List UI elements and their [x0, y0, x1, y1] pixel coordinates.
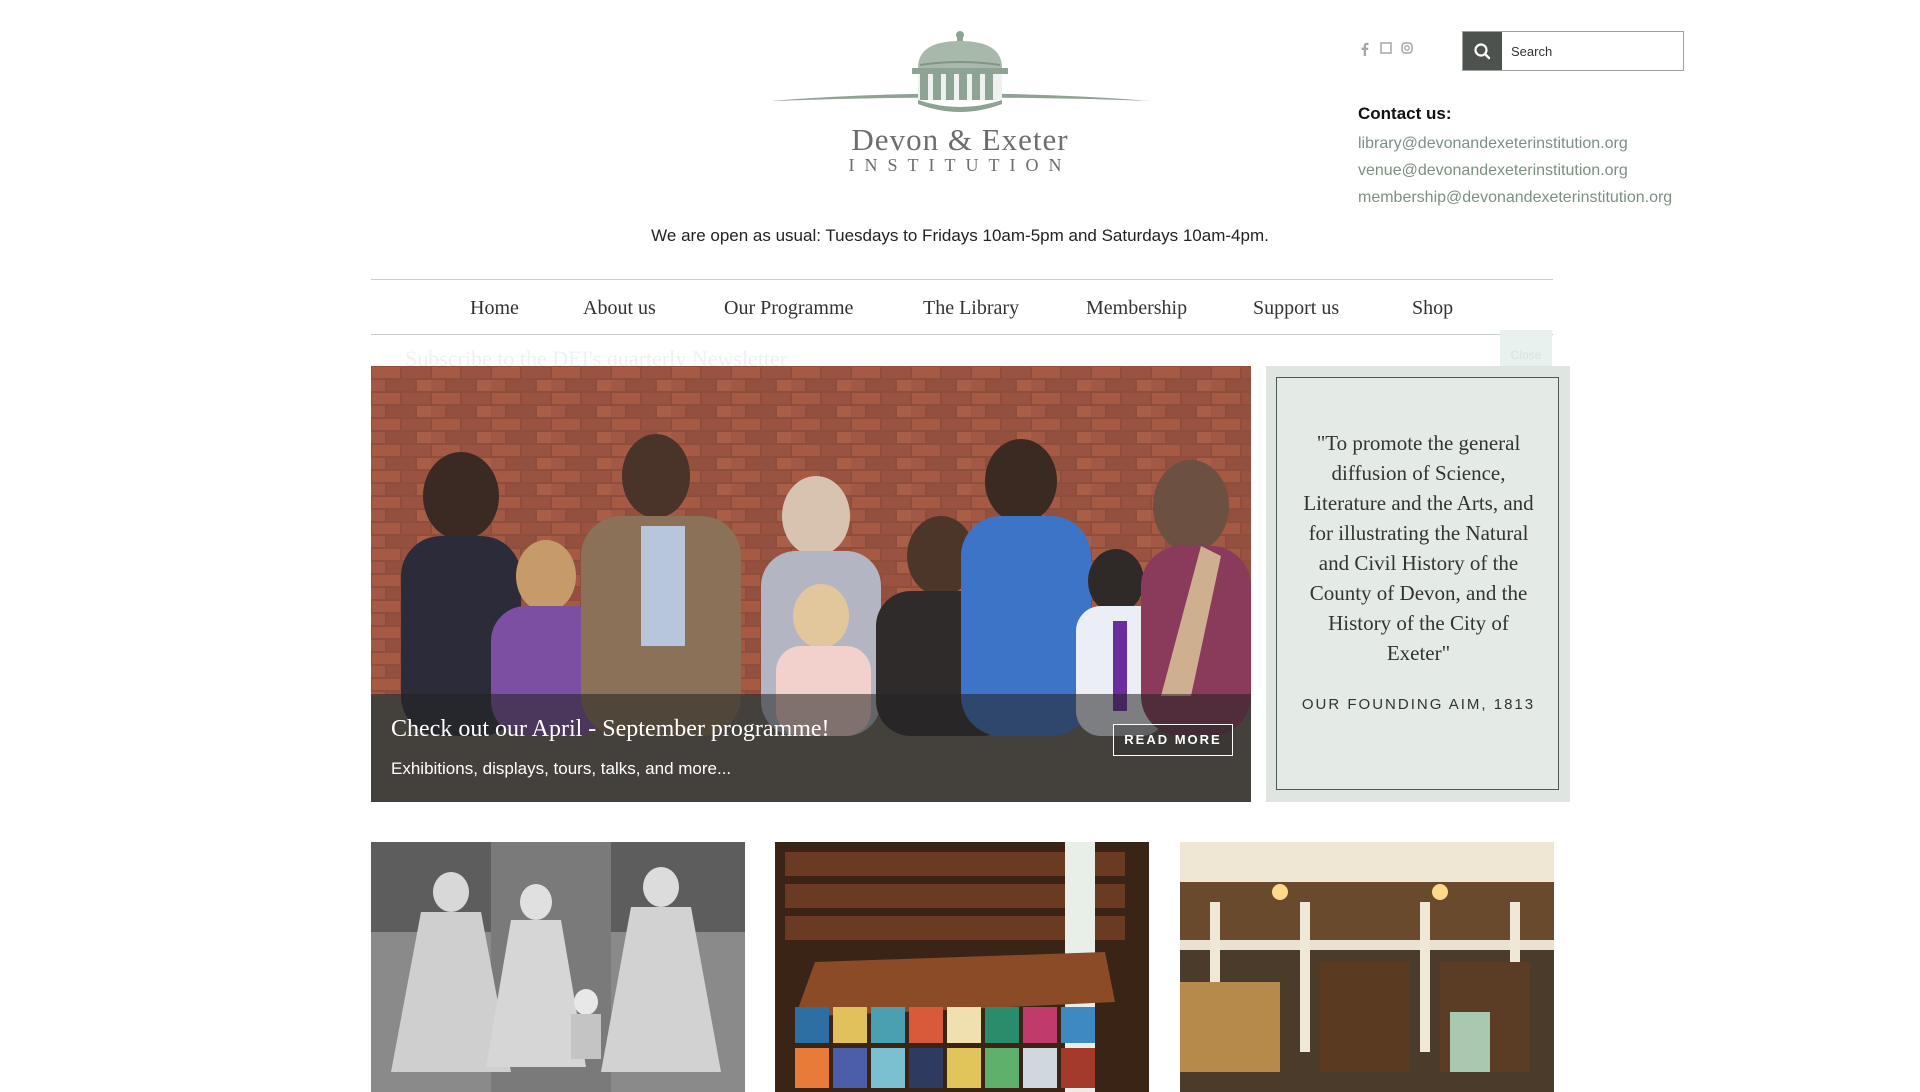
- logo-text-institution: INSTITUTION: [848, 155, 1072, 175]
- site-logo[interactable]: Devon & Exeter INSTITUTION: [770, 28, 1150, 178]
- vintage-bridesmaids-photo: [371, 842, 745, 1092]
- library-books-photo: [775, 842, 1149, 1092]
- nav-item-about-us[interactable]: About us: [583, 280, 656, 336]
- quote-frame: "To promote the general diffusion of Sci…: [1276, 377, 1559, 790]
- nav-item-home[interactable]: Home: [470, 280, 519, 336]
- quote-source: OUR FOUNDING AIM, 1813: [1301, 696, 1536, 713]
- tile-library-books[interactable]: [775, 842, 1149, 1092]
- nav-item-our-programme[interactable]: Our Programme: [724, 280, 853, 336]
- search-button[interactable]: [1463, 32, 1502, 70]
- email-link-membership[interactable]: membership@devonandexeterinstitution.org: [1358, 184, 1718, 211]
- read-more-button[interactable]: READ MORE: [1113, 724, 1233, 756]
- twitter-icon[interactable]: [1380, 42, 1392, 57]
- hero-subtitle: Exhibitions, displays, tours, talks, and…: [391, 759, 732, 778]
- nav-item-membership[interactable]: Membership: [1086, 280, 1187, 336]
- search-form: [1462, 31, 1684, 71]
- contact-block: Contact us: library@devonandexeterinstit…: [1358, 104, 1718, 211]
- facebook-icon[interactable]: [1360, 42, 1369, 59]
- founding-aim-panel: "To promote the general diffusion of Sci…: [1266, 366, 1570, 802]
- tile-library-hall[interactable]: [1180, 842, 1554, 1092]
- nav-item-support-us[interactable]: Support us: [1253, 280, 1339, 336]
- opening-hours: We are open as usual: Tuesdays to Friday…: [651, 226, 1269, 245]
- tile-vintage-photo[interactable]: [371, 842, 745, 1092]
- logo-text-name: Devon & Exeter: [851, 122, 1069, 157]
- search-input[interactable]: [1503, 32, 1681, 70]
- hero-title[interactable]: Check out our April - September programm…: [391, 716, 830, 743]
- email-link-library[interactable]: library@devonandexeterinstitution.org: [1358, 130, 1718, 157]
- instagram-icon[interactable]: [1401, 42, 1413, 57]
- search-icon: [1474, 43, 1491, 60]
- nav-item-the-library[interactable]: The Library: [923, 280, 1019, 336]
- main-nav: Home About us Our Programme The Library …: [371, 279, 1553, 335]
- hero-caption: Check out our April - September programm…: [371, 694, 1251, 802]
- library-hall-photo: [1180, 842, 1554, 1092]
- contact-title: Contact us:: [1358, 104, 1452, 123]
- hero-slide[interactable]: Check out our April - September programm…: [371, 366, 1251, 802]
- nav-item-shop[interactable]: Shop: [1412, 280, 1453, 336]
- founding-quote: "To promote the general diffusion of Sci…: [1303, 431, 1534, 665]
- email-link-venue[interactable]: venue@devonandexeterinstitution.org: [1358, 157, 1718, 184]
- dome-logo-icon: [770, 31, 1150, 112]
